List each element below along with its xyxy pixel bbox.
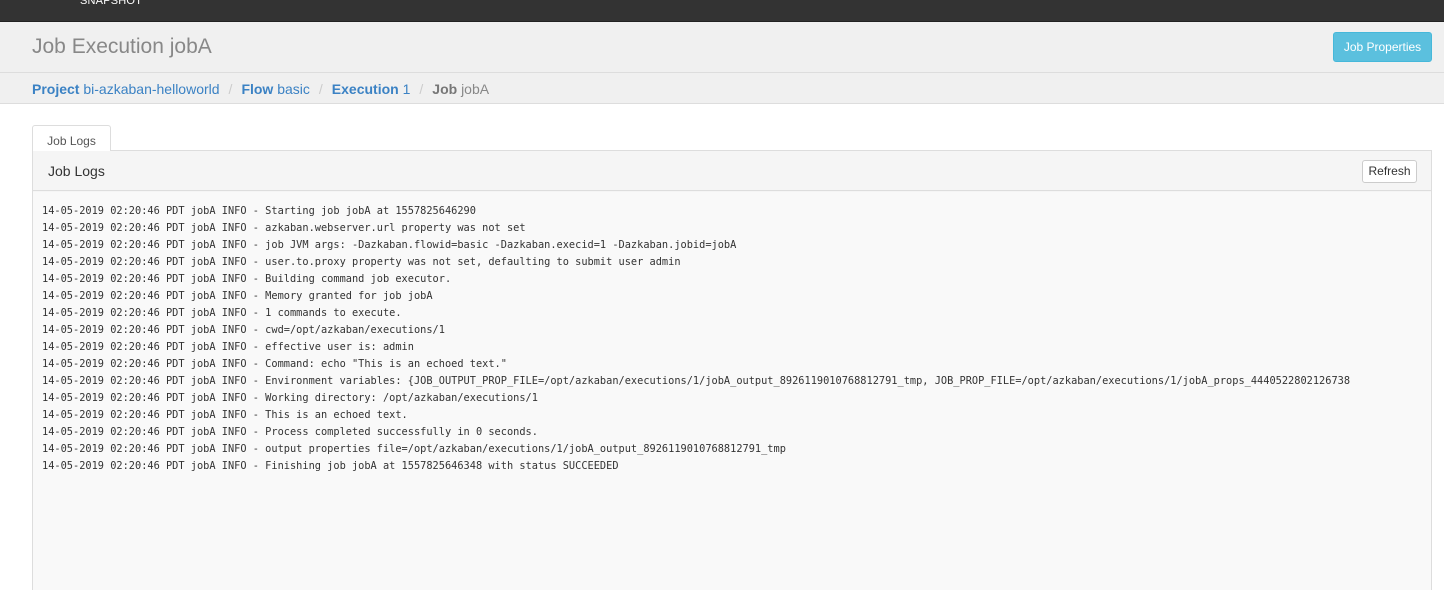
- job-properties-button[interactable]: Job Properties: [1333, 32, 1432, 62]
- version-label: SNAPSHOT: [80, 0, 143, 7]
- log-line: 14-05-2019 02:20:46 PDT jobA INFO - Fini…: [42, 460, 619, 472]
- breadcrumb-flow[interactable]: Flow basic: [241, 81, 309, 97]
- refresh-button[interactable]: Refresh: [1362, 160, 1417, 183]
- breadcrumb-execution-key: Execution: [331, 81, 399, 97]
- log-line: 14-05-2019 02:20:46 PDT jobA INFO - 1 co…: [42, 307, 402, 319]
- breadcrumb-separator: /: [419, 81, 424, 97]
- breadcrumb-execution[interactable]: Execution 1: [332, 81, 411, 97]
- log-line: 14-05-2019 02:20:46 PDT jobA INFO - Work…: [42, 392, 538, 404]
- log-line: 14-05-2019 02:20:46 PDT jobA INFO - Buil…: [42, 273, 452, 285]
- breadcrumb-project-key: Project: [32, 81, 80, 97]
- panel-heading: Job Logs Refresh: [33, 151, 1431, 191]
- log-line: 14-05-2019 02:20:46 PDT jobA INFO - Star…: [42, 205, 476, 217]
- breadcrumb-execution-value: 1: [402, 81, 411, 97]
- breadcrumb-job: Job jobA: [432, 81, 489, 97]
- job-logs-panel: Job Logs Refresh 14-05-2019 02:20:46 PDT…: [32, 150, 1432, 590]
- log-line: 14-05-2019 02:20:46 PDT jobA INFO - user…: [42, 256, 681, 268]
- breadcrumb-flow-key: Flow: [241, 81, 274, 97]
- breadcrumb-flow-value: basic: [277, 81, 310, 97]
- log-line: 14-05-2019 02:20:46 PDT jobA INFO - outp…: [42, 443, 786, 455]
- tab-job-logs[interactable]: Job Logs: [32, 125, 111, 151]
- breadcrumb-separator: /: [318, 81, 323, 97]
- top-navbar: SNAPSHOT: [0, 0, 1444, 22]
- breadcrumb-job-value: jobA: [461, 81, 490, 97]
- breadcrumb: Project bi-azkaban-helloworld / Flow bas…: [32, 81, 489, 97]
- breadcrumb-job-key: Job: [432, 81, 458, 97]
- log-line: 14-05-2019 02:20:46 PDT jobA INFO - effe…: [42, 341, 414, 353]
- log-line: 14-05-2019 02:20:46 PDT jobA INFO - job …: [42, 239, 737, 251]
- log-line: 14-05-2019 02:20:46 PDT jobA INFO - Comm…: [42, 358, 507, 370]
- log-output[interactable]: 14-05-2019 02:20:46 PDT jobA INFO - Star…: [33, 192, 1431, 590]
- log-line: 14-05-2019 02:20:46 PDT jobA INFO - Envi…: [42, 375, 1351, 387]
- log-line: 14-05-2019 02:20:46 PDT jobA INFO - cwd=…: [42, 324, 445, 336]
- log-line: 14-05-2019 02:20:46 PDT jobA INFO - Proc…: [42, 426, 538, 438]
- breadcrumb-separator: /: [228, 81, 233, 97]
- breadcrumb-project-value: bi-azkaban-helloworld: [83, 81, 220, 97]
- log-line: 14-05-2019 02:20:46 PDT jobA INFO - Memo…: [42, 290, 433, 302]
- breadcrumb-bar: Project bi-azkaban-helloworld / Flow bas…: [0, 73, 1444, 104]
- panel-title: Job Logs: [48, 163, 105, 179]
- breadcrumb-project[interactable]: Project bi-azkaban-helloworld: [32, 81, 220, 97]
- log-line: 14-05-2019 02:20:46 PDT jobA INFO - azka…: [42, 222, 526, 234]
- page-header: Job Execution jobA Job Properties: [0, 22, 1444, 73]
- log-line: 14-05-2019 02:20:46 PDT jobA INFO - This…: [42, 409, 408, 421]
- page-title: Job Execution jobA: [32, 35, 212, 58]
